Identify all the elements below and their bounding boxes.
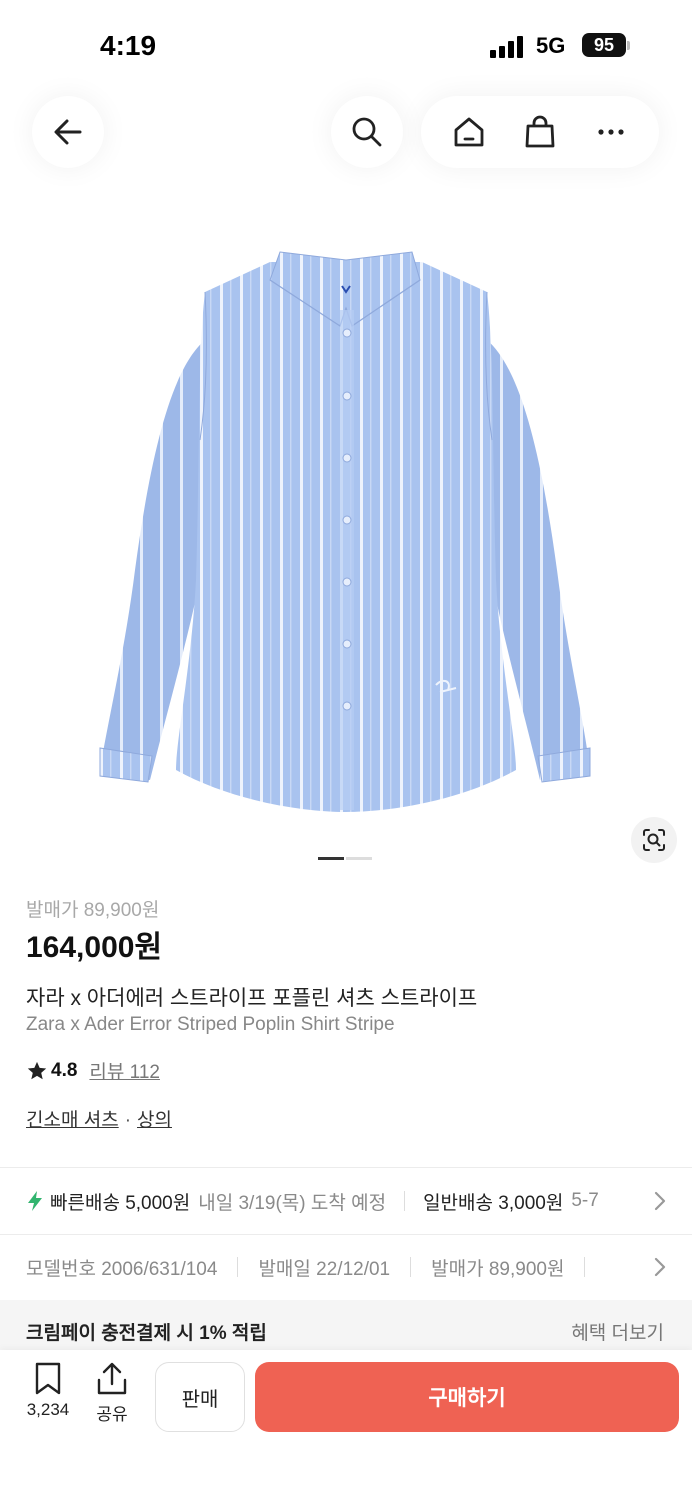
striped-shirt-image — [99, 251, 591, 812]
search-icon — [352, 117, 382, 147]
home-button[interactable] — [451, 114, 487, 150]
page-dot — [346, 857, 372, 860]
signal-icon — [490, 36, 526, 58]
share-label: 공유 — [96, 1405, 128, 1424]
more-dots-icon — [598, 129, 624, 135]
network-type: 5G — [536, 33, 566, 58]
status-time: 4:19 — [100, 30, 157, 61]
normal-shipping-eta: 5-7 — [571, 1190, 599, 1211]
release-date: 발매일 22/12/01 — [258, 1258, 391, 1280]
bookmark-icon — [35, 1362, 61, 1395]
share-button[interactable]: 공유 — [82, 1362, 142, 1425]
review-link[interactable]: 리뷰 112 — [89, 1057, 160, 1084]
model-number: 모델번호 2006/631/104 — [26, 1258, 218, 1280]
battery-tip — [627, 41, 630, 50]
product-title-english: Zara x Ader Error Striped Poplin Shirt S… — [26, 1014, 395, 1035]
page-dot-active — [318, 857, 344, 860]
buy-button[interactable]: 구매하기 — [255, 1362, 679, 1432]
back-button[interactable] — [32, 96, 104, 168]
image-page-indicator — [318, 857, 372, 860]
fast-shipping-label: 빠른배송 5,000원 — [50, 1192, 191, 1214]
release-price: 발매가 89,900원 — [431, 1258, 565, 1280]
battery-icon: 95 — [582, 33, 626, 57]
benefit-more-link[interactable]: 혜택 더보기 — [571, 1318, 664, 1345]
product-title-korean: 자라 x 아더에러 스트라이프 포플린 셔츠 스트라이프 — [26, 987, 478, 1010]
product-price: 164,000원 — [26, 931, 163, 964]
separator — [237, 1257, 239, 1277]
product-meta-row: 모델번호 2006/631/104 발매일 22/12/01 발매가 89,90… — [26, 1252, 646, 1282]
original-price: 발매가 89,900원 — [26, 900, 160, 921]
share-icon — [97, 1362, 127, 1395]
separator — [410, 1257, 412, 1277]
category-separator: · — [124, 1110, 132, 1131]
shipping-options[interactable]: 빠른배송 5,000원 내일 3/19(목) 도착 예정 일반배송 3,000원… — [26, 1185, 692, 1217]
chevron-right-icon[interactable] — [650, 1256, 670, 1278]
benefit-banner[interactable]: 크림페이 충전결제 시 1% 적립 혜택 더보기 — [0, 1300, 692, 1350]
arrow-left-icon — [54, 119, 82, 145]
divider — [0, 1167, 692, 1168]
rating-row: 4.8 리뷰 112 — [26, 1057, 160, 1084]
image-search-button[interactable] — [631, 817, 677, 863]
shopping-bag-icon — [525, 115, 555, 148]
bookmark-button[interactable]: 3,234 — [18, 1362, 78, 1420]
category-link-long-sleeve-shirt[interactable]: 긴소매 셔츠 — [26, 1110, 119, 1131]
image-search-icon — [643, 829, 665, 851]
rating-score: 4.8 — [51, 1059, 78, 1081]
normal-shipping-label: 일반배송 3,000원 — [423, 1192, 564, 1214]
home-icon — [454, 117, 484, 147]
bag-button[interactable] — [522, 114, 558, 150]
divider — [0, 1234, 692, 1235]
separator — [584, 1257, 586, 1277]
lightning-icon — [28, 1191, 42, 1211]
bookmark-count: 3,234 — [26, 1400, 70, 1419]
category-breadcrumb: 긴소매 셔츠 · 상의 — [26, 1105, 172, 1132]
star-icon — [27, 1061, 47, 1079]
more-button[interactable] — [593, 114, 629, 150]
status-bar: 4:19 5G 95 — [0, 0, 692, 90]
fast-shipping-eta: 내일 3/19(목) 도착 예정 — [198, 1192, 387, 1214]
sell-button[interactable]: 판매 — [155, 1362, 245, 1432]
benefit-label: 크림페이 충전결제 시 1% 적립 — [26, 1323, 267, 1344]
category-link-tops[interactable]: 상의 — [137, 1110, 172, 1131]
separator — [404, 1191, 406, 1211]
search-button[interactable] — [331, 96, 403, 168]
nav-action-group — [421, 96, 659, 168]
product-image-carousel[interactable] — [0, 200, 692, 880]
chevron-right-icon[interactable] — [650, 1190, 670, 1212]
